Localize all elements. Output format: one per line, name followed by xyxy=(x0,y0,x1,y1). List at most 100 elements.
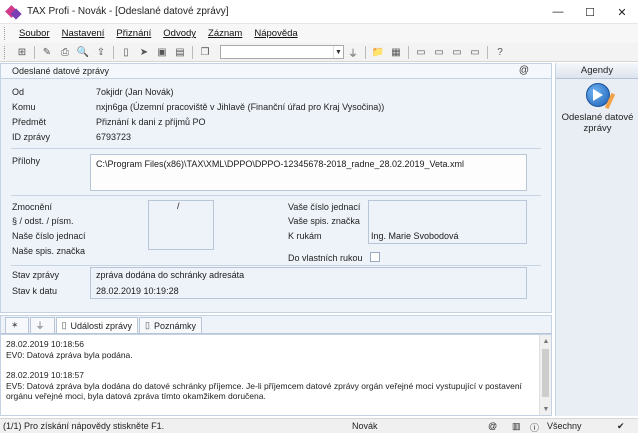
vase-box[interactable]: Ing. Marie Svobodová xyxy=(368,200,527,244)
menu-bar: Soubor Nastavení Přiznání Odvody Záznam … xyxy=(0,24,638,43)
stav-datum-value: 28.02.2019 10:19:28 xyxy=(96,286,179,296)
attachment-path[interactable]: C:\Program Files(x86)\TAX\XML\DPPO\DPPO-… xyxy=(96,159,464,169)
window-4-icon[interactable]: ▭ xyxy=(468,45,482,59)
books-icon: ▥ xyxy=(512,421,521,431)
komu-label: Komu xyxy=(12,102,36,112)
save-icon[interactable]: ▣ xyxy=(155,45,169,59)
zmocneni-box[interactable]: / xyxy=(148,200,214,250)
window-2-icon[interactable]: ▭ xyxy=(432,45,446,59)
tab-filter[interactable]: ⏚ xyxy=(29,317,55,333)
status-filter: Všechny xyxy=(547,421,582,431)
menu-zaznam[interactable]: Záznam xyxy=(202,28,248,39)
tree-icon[interactable]: ⊞ xyxy=(15,45,29,59)
nase-sz-label: Naše spis. značka xyxy=(12,246,86,256)
log-time: 28.02.2019 10:18:57 xyxy=(6,370,84,380)
stav-label: Stav zprávy xyxy=(12,270,60,280)
at-icon[interactable]: @ xyxy=(519,65,529,76)
message-detail-panel: Odeslané datové zprávy @ Od 7okjidr (Jan… xyxy=(0,63,552,313)
bottom-tabs: ✶ ⏚ ▯ Události zprávy ▯ Poznámky xyxy=(0,315,552,334)
print-icon[interactable]: ⎙ xyxy=(58,45,72,59)
menu-napoveda[interactable]: Nápověda xyxy=(248,28,303,39)
agendy-item-label-2: zprávy xyxy=(583,123,612,134)
prilohy-label: Přílohy xyxy=(12,156,41,166)
tab-udalosti[interactable]: ▯ Události zprávy xyxy=(55,317,139,333)
log-time: 28.02.2019 10:18:56 xyxy=(6,339,84,349)
k-rukam-label: K rukám xyxy=(288,231,322,241)
app-logo-icon xyxy=(5,4,22,20)
status-text: (1/1) Pro získání nápovědy stiskněte F1. xyxy=(3,421,165,431)
vase-cj-label: Vaše číslo jednací xyxy=(288,202,361,212)
tab-poznamky[interactable]: ▯ Poznámky xyxy=(139,317,203,333)
id-label: ID zprávy xyxy=(12,132,51,142)
scroll-up-icon[interactable]: ▲ xyxy=(540,335,551,347)
nase-cj-label: Naše číslo jednací xyxy=(12,231,86,241)
predmet-value: Přiznání k dani z příjmů PO xyxy=(96,117,206,127)
stav-value: zpráva dodána do schránky adresáta xyxy=(96,270,245,280)
panel-title: Odeslané datové zprávy xyxy=(12,66,110,76)
panel-header: Odeslané datové zprávy @ xyxy=(1,64,551,79)
menu-soubor[interactable]: Soubor xyxy=(13,28,56,39)
events-log[interactable]: 28.02.2019 10:18:56 EV0: Datová zpráva b… xyxy=(0,334,552,416)
predmet-label: Předmět xyxy=(12,117,47,127)
status-user: Novák xyxy=(352,421,378,431)
at-status-icon: @ xyxy=(488,421,498,431)
document-icon: ▯ xyxy=(61,320,67,330)
filter-icon: ⏚ xyxy=(35,321,45,331)
scroll-thumb[interactable] xyxy=(542,349,549,397)
edit-icon[interactable]: ✎ xyxy=(40,45,54,59)
delete-icon[interactable]: ▤ xyxy=(173,45,187,59)
log-text: EV0: Datová zpráva byla podána. xyxy=(6,349,133,360)
scroll-down-icon[interactable]: ▼ xyxy=(540,403,551,415)
ok-icon: ✔ xyxy=(617,421,625,431)
info-icon: ⓘ xyxy=(530,423,540,433)
zmocneni-value: / xyxy=(177,201,180,211)
paragraf-label: § / odst. / písm. xyxy=(12,216,74,226)
title-bar: TAX Profi - Novák - [Odeslané datové zpr… xyxy=(0,0,638,24)
new-document-icon[interactable]: ▯ xyxy=(119,45,133,59)
k-rukam-value: Ing. Marie Svobodová xyxy=(371,231,459,241)
export-icon[interactable]: ⇪ xyxy=(94,45,108,59)
star-icon: ✶ xyxy=(11,320,19,330)
menu-grip-icon xyxy=(4,27,7,40)
minimize-button[interactable]: — xyxy=(542,0,574,24)
agendy-header: Agendy xyxy=(556,63,638,79)
id-value: 6793723 xyxy=(96,132,132,142)
preview-icon[interactable]: 🔍 xyxy=(76,45,90,59)
window-title: TAX Profi - Novák - [Odeslané datové zpr… xyxy=(27,6,229,17)
menu-odvody[interactable]: Odvody xyxy=(157,28,202,39)
grid-icon[interactable]: ▦ xyxy=(389,45,403,59)
vase-sz-label: Vaše spis. značka xyxy=(288,216,360,226)
maximize-button[interactable]: ☐ xyxy=(574,0,606,24)
stav-box: zpráva dodána do schránky adresáta 28.02… xyxy=(90,267,527,299)
folder-icon[interactable]: 📁 xyxy=(371,45,385,59)
vertical-scrollbar[interactable]: ▲ ▼ xyxy=(539,335,551,415)
window-3-icon[interactable]: ▭ xyxy=(450,45,464,59)
log-entry: 28.02.2019 10:18:56 EV0: Datová zpráva b… xyxy=(6,339,534,360)
status-bar: (1/1) Pro získání nápovědy stiskněte F1.… xyxy=(0,418,638,433)
stav-datum-label: Stav k datu xyxy=(12,286,58,296)
menu-nastaveni[interactable]: Nastavení xyxy=(56,28,111,39)
tab-star[interactable]: ✶ xyxy=(5,317,29,333)
komu-value: nxjn6ga (Územní pracoviště v Jihlavě (Fi… xyxy=(96,102,385,112)
log-text: EV5: Datová zpráva byla dodána do datové… xyxy=(6,380,522,402)
note-icon: ▯ xyxy=(145,320,150,330)
filter-combo[interactable]: ▼ xyxy=(220,45,344,59)
do-vlastnich-label: Do vlastních rukou xyxy=(288,253,363,263)
menu-priznani[interactable]: Přiznání xyxy=(110,28,157,39)
log-entry: 28.02.2019 10:18:57 EV5: Datová zpráva b… xyxy=(6,370,534,402)
window-icon[interactable]: ▭ xyxy=(414,45,428,59)
help-icon[interactable]: ? xyxy=(493,45,507,59)
toolbar-grip-icon xyxy=(4,45,7,59)
close-button[interactable]: ✕ xyxy=(606,0,638,24)
filter-icon[interactable]: ⏚ xyxy=(346,45,360,60)
attachments-box[interactable]: C:\Program Files(x86)\TAX\XML\DPPO\DPPO-… xyxy=(90,154,527,191)
od-value: 7okjidr (Jan Novák) xyxy=(96,87,174,97)
send-icon[interactable]: ➤ xyxy=(137,45,151,59)
chevron-down-icon[interactable]: ▼ xyxy=(333,46,343,58)
agendy-item-sent-messages[interactable]: Odeslané datové zprávy xyxy=(556,83,638,134)
agendy-item-label-1: Odeslané datové xyxy=(561,112,634,123)
agendy-panel: Agendy Odeslané datové zprávy xyxy=(555,63,638,416)
copy-icon[interactable]: ❐ xyxy=(198,45,212,59)
do-vlastnich-checkbox[interactable] xyxy=(370,252,380,262)
toolbar: ⊞ ✎ ⎙ 🔍 ⇪ ▯ ➤ ▣ ▤ ❐ ▼ ⏚ 📁 ▦ ▭ ▭ ▭ ▭ ? xyxy=(0,43,638,62)
